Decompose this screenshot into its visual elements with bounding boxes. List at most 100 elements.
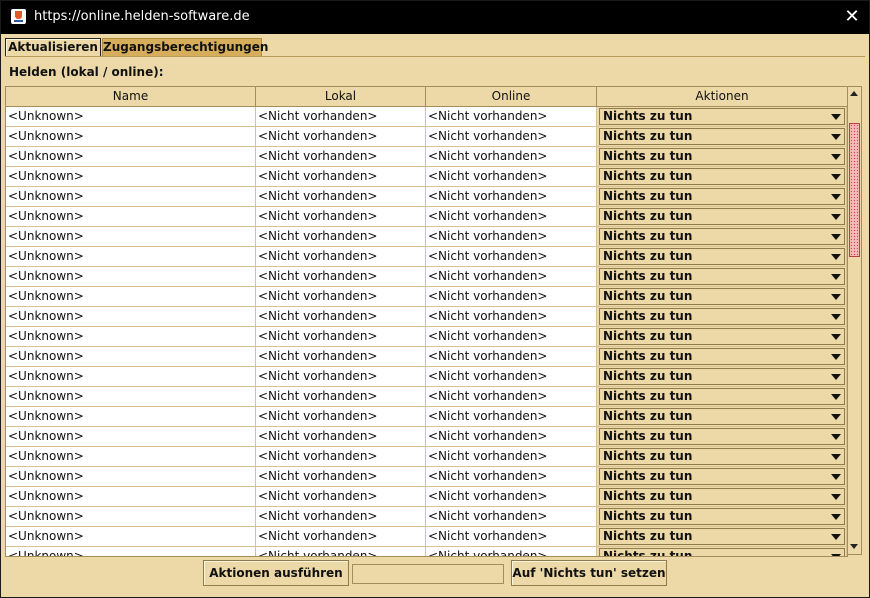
table-row[interactable]: <Unknown> <Nicht vorhanden> <Nicht vorhand… (6, 247, 847, 267)
action-select[interactable]: Nichts zu tun (599, 208, 845, 225)
chevron-down-icon (831, 114, 841, 120)
cell-lokal: <Nicht vorhanden> (256, 227, 426, 246)
reset-actions-button[interactable]: Auf 'Nichts tun' setzen (511, 560, 667, 586)
action-select[interactable]: Nichts zu tun (599, 408, 845, 425)
table-row[interactable]: <Unknown> <Nicht vorhanden> <Nicht vorhand… (6, 167, 847, 187)
action-select[interactable]: Nichts zu tun (599, 228, 845, 245)
scroll-up-button[interactable] (848, 87, 861, 101)
table-row[interactable]: <Unknown> <Nicht vorhanden> <Nicht vorhand… (6, 187, 847, 207)
action-select[interactable]: Nichts zu tun (599, 328, 845, 345)
cell-lokal: <Nicht vorhanden> (256, 427, 426, 446)
action-select-value: Nichts zu tun (603, 209, 693, 223)
chevron-down-icon (831, 394, 841, 400)
action-select[interactable]: Nichts zu tun (599, 468, 845, 485)
cell-action: Nichts zu tun (597, 547, 847, 556)
action-select[interactable]: Nichts zu tun (599, 248, 845, 265)
action-select-value: Nichts zu tun (603, 229, 693, 243)
action-select[interactable]: Nichts zu tun (599, 368, 845, 385)
chevron-down-icon (831, 134, 841, 140)
cell-name: <Unknown> (6, 267, 256, 286)
table-row[interactable]: <Unknown> <Nicht vorhanden> <Nicht vorhand… (6, 367, 847, 387)
cell-online: <Nicht vorhanden> (426, 447, 597, 466)
scroll-down-button[interactable] (848, 540, 861, 554)
action-select[interactable]: Nichts zu tun (599, 128, 845, 145)
table-row[interactable]: <Unknown> <Nicht vorhanden> <Nicht vorhand… (6, 387, 847, 407)
cell-lokal: <Nicht vorhanden> (256, 167, 426, 186)
table-row[interactable]: <Unknown> <Nicht vorhanden> <Nicht vorhand… (6, 487, 847, 507)
table-row[interactable]: <Unknown> <Nicht vorhanden> <Nicht vorhand… (6, 147, 847, 167)
cell-lokal: <Nicht vorhanden> (256, 287, 426, 306)
table-row[interactable]: <Unknown> <Nicht vorhanden> <Nicht vorhand… (6, 227, 847, 247)
chevron-down-icon (831, 494, 841, 500)
action-select[interactable]: Nichts zu tun (599, 108, 845, 125)
cell-action: Nichts zu tun (597, 327, 847, 346)
table-row[interactable]: <Unknown> <Nicht vorhanden> <Nicht vorhand… (6, 527, 847, 547)
table-row[interactable]: <Unknown> <Nicht vorhanden> <Nicht vorhand… (6, 407, 847, 427)
action-select[interactable]: Nichts zu tun (599, 548, 845, 556)
cell-name: <Unknown> (6, 107, 256, 126)
action-select[interactable]: Nichts zu tun (599, 168, 845, 185)
execute-actions-button[interactable]: Aktionen ausführen (203, 560, 349, 586)
vertical-scrollbar[interactable] (847, 86, 862, 555)
cell-online: <Nicht vorhanden> (426, 107, 597, 126)
table-row[interactable]: <Unknown> <Nicht vorhanden> <Nicht vorhand… (6, 307, 847, 327)
tab-aktualisieren[interactable]: Aktualisieren (5, 38, 101, 56)
cell-lokal: <Nicht vorhanden> (256, 467, 426, 486)
action-select[interactable]: Nichts zu tun (599, 148, 845, 165)
table-row[interactable]: <Unknown> <Nicht vorhanden> <Nicht vorhand… (6, 207, 847, 227)
table-row[interactable]: <Unknown> <Nicht vorhanden> <Nicht vorhand… (6, 507, 847, 527)
cell-online: <Nicht vorhanden> (426, 247, 597, 266)
cell-name: <Unknown> (6, 187, 256, 206)
action-select-value: Nichts zu tun (603, 469, 693, 483)
cell-name: <Unknown> (6, 327, 256, 346)
cell-name: <Unknown> (6, 507, 256, 526)
action-select[interactable]: Nichts zu tun (599, 428, 845, 445)
action-select-value: Nichts zu tun (603, 189, 693, 203)
table-row[interactable]: <Unknown> <Nicht vorhanden> <Nicht vorhand… (6, 447, 847, 467)
action-select[interactable]: Nichts zu tun (599, 528, 845, 545)
table-row[interactable]: <Unknown> <Nicht vorhanden> <Nicht vorhand… (6, 287, 847, 307)
action-select[interactable]: Nichts zu tun (599, 448, 845, 465)
table-row[interactable]: <Unknown> <Nicht vorhanden> <Nicht vorhand… (6, 327, 847, 347)
table-row[interactable]: <Unknown> <Nicht vorhanden> <Nicht vorhand… (6, 427, 847, 447)
action-select[interactable]: Nichts zu tun (599, 348, 845, 365)
column-header-aktionen[interactable]: Aktionen (597, 87, 847, 106)
action-select[interactable]: Nichts zu tun (599, 268, 845, 285)
cell-online: <Nicht vorhanden> (426, 387, 597, 406)
column-header-online[interactable]: Online (426, 87, 597, 106)
cell-lokal: <Nicht vorhanden> (256, 147, 426, 166)
cell-action: Nichts zu tun (597, 307, 847, 326)
cell-online: <Nicht vorhanden> (426, 167, 597, 186)
table-row[interactable]: <Unknown> <Nicht vorhanden> <Nicht vorhand… (6, 127, 847, 147)
table-row[interactable]: <Unknown> <Nicht vorhanden> <Nicht vorhand… (6, 107, 847, 127)
action-select[interactable]: Nichts zu tun (599, 488, 845, 505)
action-select[interactable]: Nichts zu tun (599, 188, 845, 205)
chevron-down-icon (831, 254, 841, 260)
title-bar: https://online.helden-software.de ✕ (1, 1, 869, 34)
cell-name: <Unknown> (6, 307, 256, 326)
scroll-track[interactable] (848, 101, 861, 540)
table-row[interactable]: <Unknown> <Nicht vorhanden> <Nicht vorhand… (6, 547, 847, 556)
table-row[interactable]: <Unknown> <Nicht vorhanden> <Nicht vorhand… (6, 267, 847, 287)
column-header-lokal[interactable]: Lokal (256, 87, 426, 106)
close-icon[interactable]: ✕ (841, 6, 863, 28)
action-select[interactable]: Nichts zu tun (599, 388, 845, 405)
cell-online: <Nicht vorhanden> (426, 147, 597, 166)
tab-zugangsberechtigungen[interactable]: Zugangsberechtigungen (102, 38, 268, 56)
chevron-down-icon (831, 434, 841, 440)
action-select[interactable]: Nichts zu tun (599, 288, 845, 305)
scroll-thumb[interactable] (849, 123, 860, 257)
action-select[interactable]: Nichts zu tun (599, 508, 845, 525)
table-row[interactable]: <Unknown> <Nicht vorhanden> <Nicht vorhand… (6, 467, 847, 487)
column-header-name[interactable]: Name (6, 87, 256, 106)
cell-action: Nichts zu tun (597, 227, 847, 246)
cell-name: <Unknown> (6, 527, 256, 546)
action-select[interactable]: Nichts zu tun (599, 308, 845, 325)
table-row[interactable]: <Unknown> <Nicht vorhanden> <Nicht vorhand… (6, 347, 847, 367)
chevron-down-icon (831, 354, 841, 360)
action-select-value: Nichts zu tun (603, 149, 693, 163)
cell-name: <Unknown> (6, 387, 256, 406)
cell-name: <Unknown> (6, 347, 256, 366)
cell-action: Nichts zu tun (597, 287, 847, 306)
cell-name: <Unknown> (6, 167, 256, 186)
